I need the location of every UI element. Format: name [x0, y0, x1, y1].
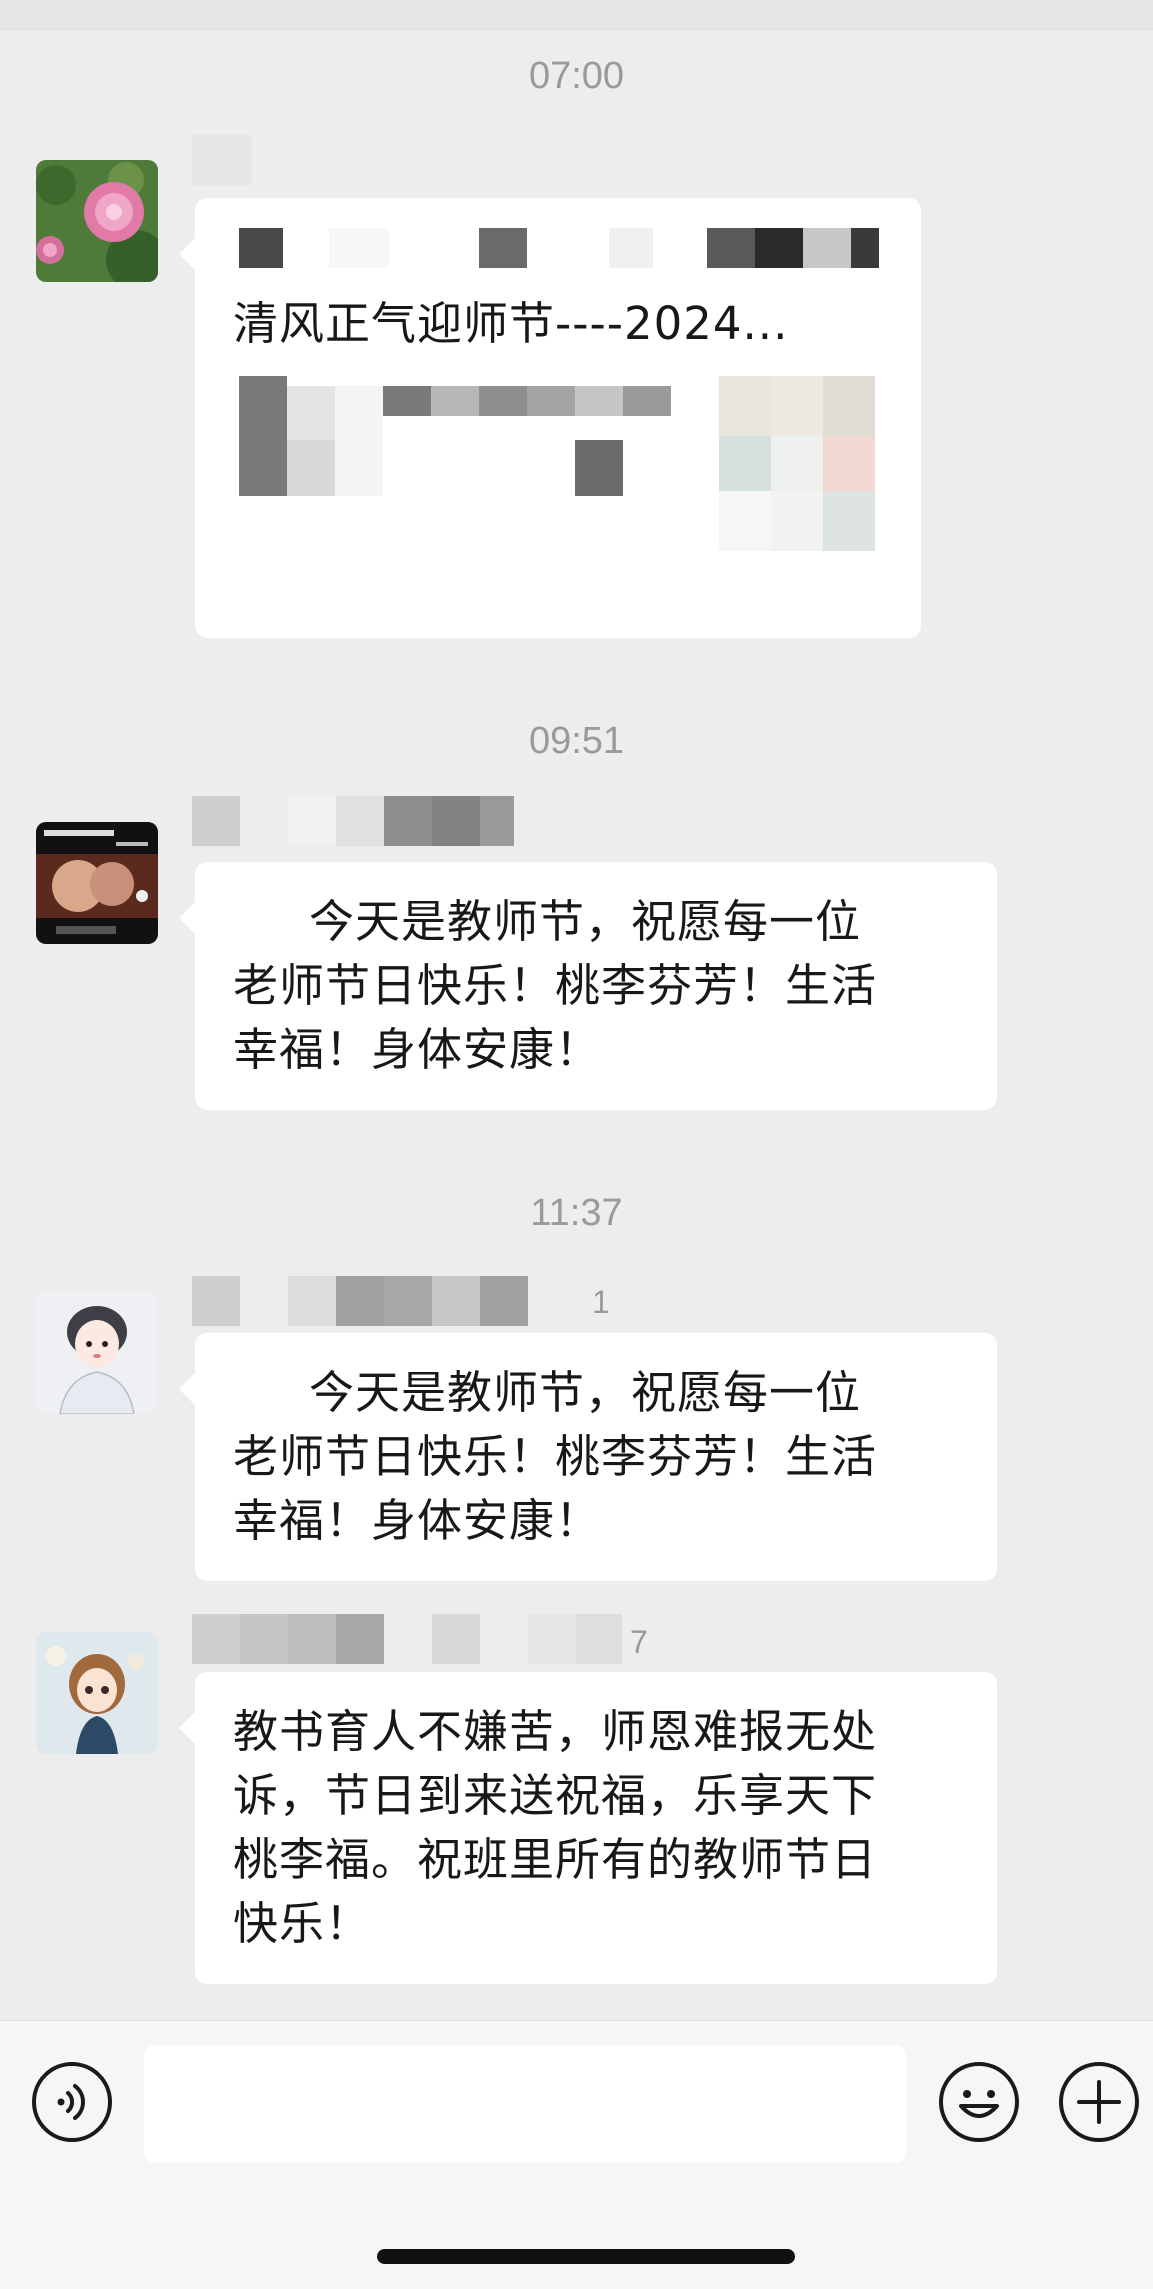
card-thumbnail-redacted: [719, 376, 875, 551]
message-line: 快乐！: [233, 1897, 372, 1950]
message-line: 今天是教师节，祝愿每一位: [309, 895, 862, 948]
voice-button[interactable]: [30, 2060, 114, 2144]
message-line: 桃李福。祝班里所有的教师节日: [233, 1833, 878, 1886]
message-line: 教书育人不嫌苦，师恩难报无处: [233, 1705, 878, 1758]
sender-name-redacted: [192, 796, 514, 846]
avatar-peony-image: [36, 160, 158, 282]
sender-name-redacted: [192, 1276, 576, 1326]
avatar[interactable]: [36, 1632, 158, 1754]
message-line: 幸福！身体安康！: [233, 1494, 602, 1547]
avatar-couple-image: [36, 822, 158, 944]
chat-area[interactable]: 07:00 清风正气迎师节----2024... 09:51 今天是教师节，祝愿…: [0, 0, 1153, 2020]
avatar[interactable]: [36, 160, 158, 282]
message-line: 幸福！身体安康！: [233, 1023, 602, 1076]
sender-name-suffix: 7: [630, 1624, 648, 1660]
message-line: 诉，节日到来送祝福，乐享天下: [233, 1769, 878, 1822]
emoji-icon: [939, 2062, 1019, 2142]
sender-name-suffix: 1: [592, 1284, 610, 1320]
avatar[interactable]: [36, 1292, 158, 1414]
message-line: 老师节日快乐！桃李芬芳！生活: [233, 1430, 878, 1483]
avatar[interactable]: [36, 822, 158, 944]
home-indicator[interactable]: [377, 2249, 795, 2264]
timestamp: 11:37: [530, 1192, 623, 1234]
voice-icon: [32, 2062, 112, 2142]
message-line: 老师节日快乐！桃李芬芳！生活: [233, 959, 878, 1012]
plus-icon: [1059, 2062, 1139, 2142]
message-line: 今天是教师节，祝愿每一位: [309, 1366, 862, 1419]
avatar-girl-drawing: [36, 1292, 158, 1414]
avatar-cartoon-girl: [36, 1632, 158, 1754]
text-message[interactable]: 今天是教师节，祝愿每一位 老师节日快乐！桃李芬芳！生活 幸福！身体安康！: [179, 1333, 997, 1581]
sender-name-redacted: [192, 135, 252, 185]
message-input[interactable]: [144, 2045, 906, 2163]
link-card-message[interactable]: 清风正气迎师节----2024...: [179, 198, 921, 638]
timestamp: 07:00: [528, 55, 625, 97]
card-title: 清风正气迎师节----2024...: [233, 297, 789, 350]
sender-name-redacted: [192, 1614, 622, 1664]
card-header-redacted: [239, 228, 879, 268]
text-message[interactable]: 今天是教师节，祝愿每一位 老师节日快乐！桃李芬芳！生活 幸福！身体安康！: [179, 862, 997, 1110]
emoji-button[interactable]: [937, 2060, 1021, 2144]
card-description-redacted: [239, 376, 679, 496]
text-message[interactable]: 教书育人不嫌苦，师恩难报无处 诉，节日到来送祝福，乐享天下 桃李福。祝班里所有的…: [179, 1672, 997, 1984]
timestamp: 09:51: [528, 720, 625, 762]
top-bar-edge: [0, 0, 1153, 30]
more-button[interactable]: [1057, 2060, 1141, 2144]
